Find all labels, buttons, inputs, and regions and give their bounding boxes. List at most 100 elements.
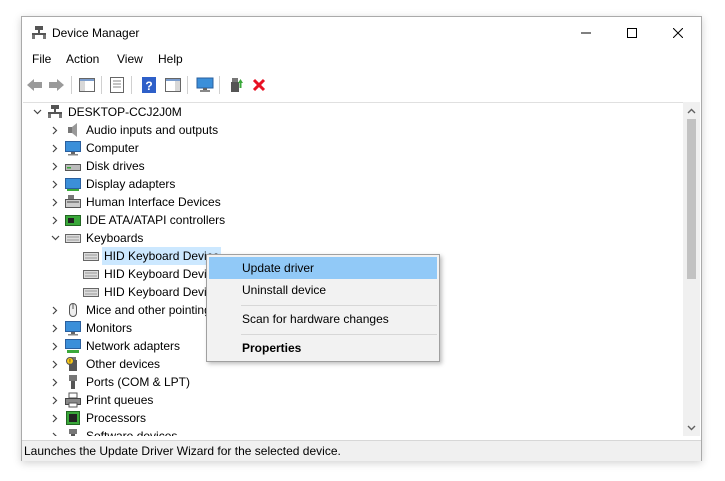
tree-item-label: Software devices bbox=[86, 429, 178, 436]
chevron-right-icon[interactable] bbox=[49, 355, 61, 373]
tree-item-computer[interactable]: Computer bbox=[23, 139, 663, 157]
tree-item-display-adapters[interactable]: Display adapters bbox=[23, 175, 663, 193]
chevron-right-icon[interactable] bbox=[49, 337, 61, 355]
chevron-right-icon[interactable] bbox=[49, 175, 61, 193]
update-driver-label: Update driver bbox=[242, 261, 315, 275]
tree-item-hid[interactable]: Human Interface Devices bbox=[23, 193, 663, 211]
menu-help[interactable]: Help bbox=[158, 52, 183, 66]
minimize-icon bbox=[581, 32, 591, 33]
chevron-down-icon[interactable] bbox=[49, 229, 61, 247]
scroll-up-button[interactable] bbox=[683, 102, 700, 119]
tree-item-label: Display adapters bbox=[86, 177, 176, 191]
tree-item-print-queues[interactable]: Print queues bbox=[23, 391, 663, 409]
tree-item-software-devices[interactable]: Software devices bbox=[23, 427, 663, 436]
update-driver-icon bbox=[231, 78, 243, 92]
chevron-right-icon[interactable] bbox=[49, 409, 61, 427]
chevron-right-icon[interactable] bbox=[49, 373, 61, 391]
printer-icon bbox=[65, 392, 81, 408]
computer-icon bbox=[48, 105, 62, 118]
chevron-right-icon[interactable] bbox=[49, 427, 61, 436]
scroll-down-button[interactable] bbox=[683, 419, 700, 436]
tree-item-ports[interactable]: Ports (COM & LPT) bbox=[23, 373, 663, 391]
computer-icon bbox=[65, 141, 81, 156]
uninstall-device-label: Uninstall device bbox=[242, 283, 327, 297]
other-devices-icon: ! bbox=[66, 357, 77, 371]
maximize-button[interactable] bbox=[609, 17, 655, 48]
keyboard-icon bbox=[83, 288, 99, 297]
properties-label: Properties bbox=[242, 341, 302, 355]
monitor-icon bbox=[65, 321, 81, 336]
update-driver-menu-item[interactable]: Update driver bbox=[209, 257, 437, 279]
tree-item-label: Network adapters bbox=[86, 339, 181, 353]
vertical-scrollbar[interactable] bbox=[683, 102, 700, 436]
forward-icon bbox=[49, 79, 64, 91]
tree-item-label: Computer bbox=[86, 141, 139, 155]
uninstall-button[interactable] bbox=[250, 76, 268, 94]
tree-item-keyboards[interactable]: Keyboards bbox=[23, 229, 663, 247]
properties-icon bbox=[110, 77, 124, 93]
tree-item-label: Other devices bbox=[86, 357, 161, 371]
chevron-right-icon[interactable] bbox=[49, 139, 61, 157]
keyboard-icon bbox=[83, 252, 99, 261]
back-button[interactable] bbox=[26, 76, 44, 94]
tree-item-disk-drives[interactable]: Disk drives bbox=[23, 157, 663, 175]
chevron-right-icon[interactable] bbox=[49, 121, 61, 139]
tree-item-label: Ports (COM & LPT) bbox=[86, 375, 191, 389]
properties-button[interactable] bbox=[108, 76, 126, 94]
tree-item-label: Print queues bbox=[86, 393, 154, 407]
display-adapter-icon bbox=[65, 178, 81, 191]
chevron-down-icon bbox=[687, 425, 696, 430]
tree-item-audio[interactable]: Audio inputs and outputs bbox=[23, 121, 663, 139]
update-driver-button[interactable] bbox=[227, 76, 245, 94]
tree-item-label: HID Keyboard Device bbox=[104, 285, 220, 299]
chevron-right-icon[interactable] bbox=[49, 391, 61, 409]
title-bar[interactable]: Device Manager bbox=[22, 17, 701, 48]
toolbar-separator bbox=[187, 76, 188, 94]
maximize-icon bbox=[627, 27, 637, 38]
monitor-icon bbox=[196, 77, 214, 92]
show-hide-console-tree-icon bbox=[79, 78, 95, 92]
action-pane-icon bbox=[165, 78, 181, 92]
menu-file[interactable]: File bbox=[32, 52, 51, 66]
network-adapter-icon bbox=[65, 339, 81, 353]
tree-item-label: Processors bbox=[86, 411, 147, 425]
chevron-right-icon[interactable] bbox=[49, 193, 61, 211]
minimize-button[interactable] bbox=[563, 17, 609, 48]
close-button[interactable] bbox=[655, 17, 701, 48]
scroll-thumb[interactable] bbox=[687, 119, 696, 279]
mouse-icon bbox=[69, 303, 77, 317]
menu-action[interactable]: Action bbox=[66, 52, 99, 66]
menu-separator bbox=[241, 334, 437, 335]
help-button[interactable]: ? bbox=[140, 76, 158, 94]
toolbar-separator bbox=[101, 76, 102, 94]
scan-hardware-menu-item[interactable]: Scan for hardware changes bbox=[209, 308, 437, 330]
status-text: Launches the Update Driver Wizard for th… bbox=[24, 444, 341, 458]
help-icon: ? bbox=[142, 77, 156, 93]
tree-item-label: HID Keyboard Device bbox=[102, 247, 222, 265]
menu-view[interactable]: View bbox=[117, 52, 143, 66]
svg-text:?: ? bbox=[145, 79, 152, 93]
properties-menu-item[interactable]: Properties bbox=[209, 337, 437, 359]
close-icon bbox=[673, 27, 683, 38]
forward-button[interactable] bbox=[48, 76, 66, 94]
tree-item-label: Human Interface Devices bbox=[86, 195, 221, 209]
uninstall-device-menu-item[interactable]: Uninstall device bbox=[209, 279, 437, 301]
chevron-right-icon[interactable] bbox=[49, 301, 61, 319]
chevron-down-icon[interactable] bbox=[31, 103, 43, 121]
chevron-right-icon[interactable] bbox=[49, 211, 61, 229]
keyboard-icon bbox=[83, 270, 99, 279]
tree-item-processors[interactable]: Processors bbox=[23, 409, 663, 427]
tree-root[interactable]: DESKTOP-CCJ2J0M bbox=[23, 103, 663, 121]
chevron-right-icon[interactable] bbox=[49, 157, 61, 175]
processor-icon bbox=[66, 411, 80, 425]
scan-hardware-button[interactable] bbox=[196, 76, 214, 94]
tree-item-label: Keyboards bbox=[86, 231, 144, 245]
console-tree-button[interactable] bbox=[78, 76, 96, 94]
back-icon bbox=[27, 79, 42, 91]
action-pane-button[interactable] bbox=[164, 76, 182, 94]
tree-item-ide[interactable]: IDE ATA/ATAPI controllers bbox=[23, 211, 663, 229]
chevron-right-icon[interactable] bbox=[49, 319, 61, 337]
scan-hardware-label: Scan for hardware changes bbox=[242, 312, 389, 326]
status-bar: Launches the Update Driver Wizard for th… bbox=[22, 440, 701, 461]
device-manager-window: Device Manager File Action View Help ? D… bbox=[21, 16, 702, 461]
